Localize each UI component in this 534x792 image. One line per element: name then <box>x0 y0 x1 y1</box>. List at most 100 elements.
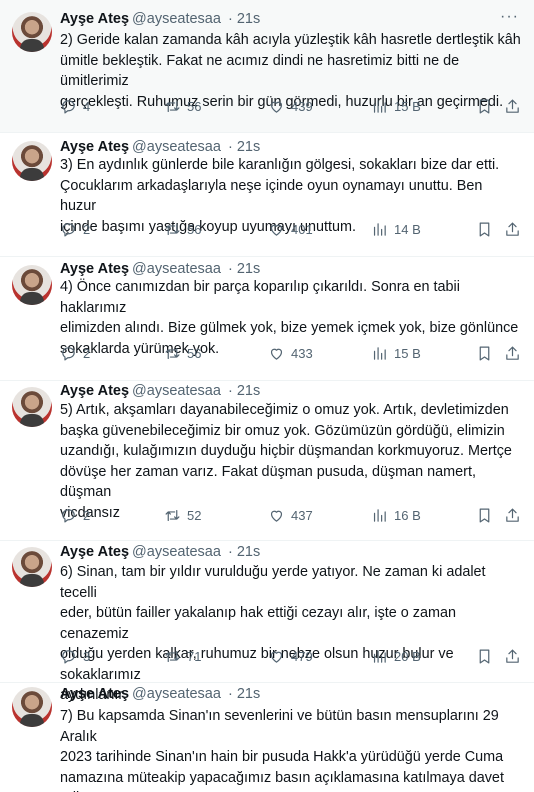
reply-count: 2 <box>83 221 91 237</box>
views-button[interactable]: 14 B <box>371 219 421 239</box>
reply-count: 2 <box>83 345 91 361</box>
reply-icon <box>62 508 75 522</box>
share-button[interactable] <box>504 646 521 666</box>
author-name[interactable]: Ayşe Ateş <box>60 11 129 27</box>
retweet-icon <box>165 223 180 235</box>
heart-icon <box>270 348 283 360</box>
retweet-button[interactable]: 56 <box>164 343 201 363</box>
reply-button[interactable]: 2 <box>60 505 90 525</box>
retweet-button[interactable]: 52 <box>164 505 201 525</box>
heart-icon <box>270 510 283 522</box>
retweet-icon <box>165 509 180 521</box>
avatar[interactable] <box>12 547 52 587</box>
timestamp[interactable]: · 21s <box>228 11 260 27</box>
views-button[interactable]: 16 B <box>371 505 421 525</box>
tweet-text: 7) Bu kapsamda Sinan'ın sevenlerini ve b… <box>60 708 504 792</box>
retweet-button[interactable]: 71 <box>164 646 201 666</box>
views-button[interactable]: 20 B <box>371 646 421 666</box>
views-icon <box>373 508 386 522</box>
bookmark-button[interactable] <box>476 505 493 525</box>
share-button[interactable] <box>504 96 521 116</box>
tweet[interactable]: Ayşe Ateş @ayseatesaa · 21s 7) Bu kapsamd… <box>0 683 534 792</box>
reply-button[interactable]: 4 <box>60 96 90 116</box>
author-name[interactable]: Ayşe Ateş <box>60 139 129 155</box>
avatar[interactable] <box>12 12 52 52</box>
retweet-button[interactable]: 56 <box>164 219 201 239</box>
tweet[interactable]: Ayşe Ateş @ayseatesaa · 21s 6) Sinan, tam… <box>0 541 534 703</box>
author-name[interactable]: Ayşe Ateş <box>60 544 129 560</box>
author-handle[interactable]: @ayseatesaa <box>132 139 221 155</box>
reply-icon <box>62 649 75 663</box>
share-icon <box>506 649 519 663</box>
more-icon[interactable]: ··· <box>500 9 518 30</box>
reply-icon <box>62 99 75 113</box>
heart-icon <box>270 101 283 113</box>
share-button[interactable] <box>504 343 521 363</box>
share-icon <box>506 222 519 236</box>
tweet-header: Ayşe Ateş @ayseatesaa · 21s <box>60 684 260 704</box>
timestamp[interactable]: · 21s <box>228 544 260 560</box>
avatar[interactable] <box>12 265 52 305</box>
reply-button[interactable]: 2 <box>60 343 90 363</box>
views-button[interactable]: 15 B <box>371 343 421 363</box>
tweet[interactable]: Ayşe Ateş @ayseatesaa · 21s 3) En aydınlı… <box>0 133 534 257</box>
author-handle[interactable]: @ayseatesaa <box>132 686 221 702</box>
author-name[interactable]: Ayşe Ateş <box>60 383 129 399</box>
timestamp[interactable]: · 21s <box>228 383 260 399</box>
bookmark-icon <box>479 222 490 236</box>
timestamp[interactable]: · 21s <box>228 686 260 702</box>
view-count: 15 B <box>394 345 421 361</box>
bookmark-button[interactable] <box>476 343 493 363</box>
bookmark-icon <box>479 99 490 113</box>
avatar[interactable] <box>12 141 52 181</box>
views-icon <box>373 99 386 113</box>
action-bar: 2 52 437 16 B <box>60 505 522 525</box>
like-button[interactable]: 439 <box>268 96 313 116</box>
bookmark-button[interactable] <box>476 646 493 666</box>
tweet-header: Ayşe Ateş @ayseatesaa · 21s <box>60 542 260 562</box>
retweet-count: 56 <box>187 345 202 361</box>
avatar[interactable] <box>12 387 52 427</box>
like-button[interactable]: 401 <box>268 219 313 239</box>
reply-button[interactable]: 2 <box>60 219 90 239</box>
view-count: 14 B <box>394 221 421 237</box>
tweet[interactable]: Ayşe Ateş @ayseatesaa · 21s 5) Artık, akş… <box>0 381 534 541</box>
retweet-count: 52 <box>187 507 202 523</box>
author-handle[interactable]: @ayseatesaa <box>132 544 221 560</box>
bookmark-button[interactable] <box>476 96 493 116</box>
tweet[interactable]: Ayşe Ateş @ayseatesaa · 21s ··· 2) Geride… <box>0 0 534 133</box>
bookmark-button[interactable] <box>476 219 493 239</box>
bookmark-icon <box>479 346 490 360</box>
reply-button[interactable]: 3 <box>60 646 90 666</box>
views-icon <box>373 649 386 663</box>
timestamp[interactable]: · 21s <box>228 139 260 155</box>
like-button[interactable]: 433 <box>268 343 313 363</box>
share-button[interactable] <box>504 219 521 239</box>
view-count: 15 B <box>394 98 421 114</box>
author-name[interactable]: Ayşe Ateş <box>60 686 129 702</box>
like-button[interactable]: 437 <box>268 505 313 525</box>
share-button[interactable] <box>504 505 521 525</box>
action-bar: 3 71 479 20 B <box>60 646 522 666</box>
action-bar: 2 56 433 15 B <box>60 343 522 363</box>
author-handle[interactable]: @ayseatesaa <box>132 261 221 277</box>
retweet-button[interactable]: 56 <box>164 96 201 116</box>
avatar[interactable] <box>12 687 52 727</box>
view-count: 16 B <box>394 507 421 523</box>
action-bar: 2 56 401 14 B <box>60 219 522 239</box>
views-button[interactable]: 15 B <box>371 96 421 116</box>
reply-icon <box>62 346 75 360</box>
views-icon <box>373 222 386 236</box>
share-icon <box>506 346 519 360</box>
like-count: 437 <box>291 507 313 523</box>
author-name[interactable]: Ayşe Ateş <box>60 261 129 277</box>
tweet-header: Ayşe Ateş @ayseatesaa · 21s <box>60 259 260 279</box>
tweet[interactable]: Ayşe Ateş @ayseatesaa · 21s 4) Önce canım… <box>0 257 534 381</box>
bookmark-icon <box>479 649 490 663</box>
author-handle[interactable]: @ayseatesaa <box>132 383 221 399</box>
like-button[interactable]: 479 <box>268 646 313 666</box>
author-handle[interactable]: @ayseatesaa <box>132 11 221 27</box>
timestamp[interactable]: · 21s <box>228 261 260 277</box>
tweet-header: Ayşe Ateş @ayseatesaa · 21s <box>60 137 260 157</box>
retweet-count: 56 <box>187 98 202 114</box>
